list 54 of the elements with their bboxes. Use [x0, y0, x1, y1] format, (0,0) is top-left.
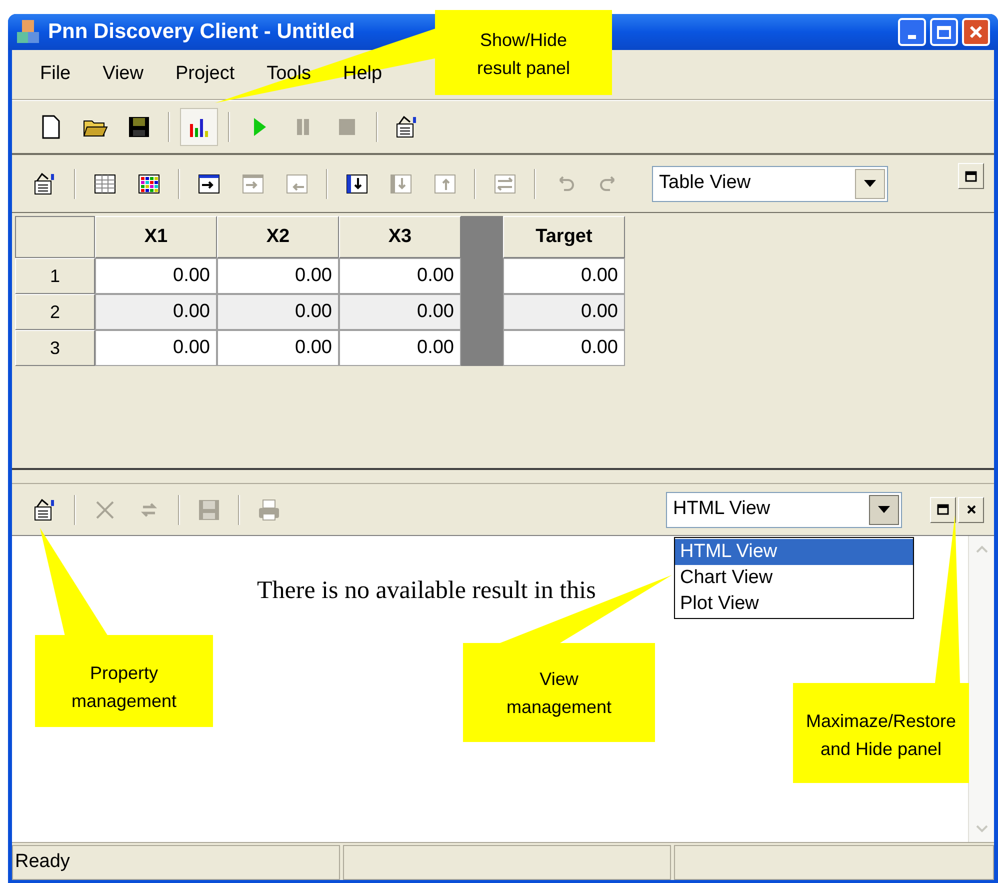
column-header: X1	[95, 216, 217, 258]
toolbar-button[interactable]	[180, 108, 218, 146]
row-header: 1	[15, 258, 95, 294]
callout-note: Maximaze/Restore and Hide panel	[793, 683, 969, 783]
app-icon	[16, 19, 40, 45]
maximize-button[interactable]	[930, 18, 958, 46]
view-select[interactable]: HTML View	[666, 492, 902, 528]
empty-result-message: There is no available result in this	[257, 576, 596, 606]
row-header: 3	[15, 330, 95, 366]
table-cell[interactable]: 0.00	[95, 330, 217, 366]
scrollbar[interactable]	[968, 536, 994, 842]
menu-item[interactable]: File	[40, 60, 71, 89]
table-cell[interactable]: 0.00	[217, 294, 339, 330]
table-cell[interactable]: 0.00	[95, 258, 217, 294]
view-select[interactable]: Table View	[652, 166, 888, 202]
dropdown-option[interactable]: Chart View	[675, 565, 913, 591]
dropdown-arrow-button[interactable]	[869, 494, 899, 524]
caret-icon	[878, 506, 890, 513]
dropdown-arrow-button[interactable]	[855, 168, 885, 198]
table-cell[interactable]: 0.00	[339, 330, 461, 366]
column-header: X3	[339, 216, 461, 258]
status-pane: Ready	[12, 845, 340, 880]
maximize-panel-button[interactable]	[930, 496, 956, 522]
table-cell[interactable]: 0.00	[217, 258, 339, 294]
close-button[interactable]	[962, 18, 990, 46]
dropdown-option[interactable]: HTML View	[675, 539, 913, 565]
close-icon	[969, 25, 983, 39]
table-cell[interactable]: 0.00	[339, 258, 461, 294]
row-header: 2	[15, 294, 95, 330]
table-cell[interactable]: 0.00	[95, 294, 217, 330]
table-cell[interactable]: 0.00	[503, 294, 625, 330]
menu-item[interactable]: View	[102, 60, 144, 89]
maximize-icon	[937, 26, 951, 38]
menu-item[interactable]: Tools	[266, 60, 311, 89]
column-header: Target	[503, 216, 625, 258]
callout-note: Show/Hide result panel	[435, 10, 612, 95]
window-title: Pnn Discovery Client - Untitled	[48, 19, 355, 46]
callout-note: View management	[463, 643, 655, 742]
close-panel-button[interactable]	[958, 496, 984, 522]
table-cell[interactable]: 0.00	[339, 294, 461, 330]
printer-icon	[256, 496, 282, 522]
table-cell[interactable]: 0.00	[503, 330, 625, 366]
column-header: X2	[217, 216, 339, 258]
minimize-icon	[908, 35, 916, 39]
caret-icon	[864, 180, 876, 187]
menu-item[interactable]: Project	[175, 60, 235, 89]
restore-icon	[965, 170, 977, 182]
dropdown-option[interactable]: Plot View	[675, 591, 913, 617]
table-cell[interactable]: 0.00	[503, 258, 625, 294]
close-icon	[966, 505, 976, 514]
maximize-panel-button[interactable]	[958, 163, 984, 189]
restore-icon	[937, 504, 949, 515]
table-cell[interactable]: 0.00	[217, 330, 339, 366]
minimize-button[interactable]	[898, 18, 926, 46]
